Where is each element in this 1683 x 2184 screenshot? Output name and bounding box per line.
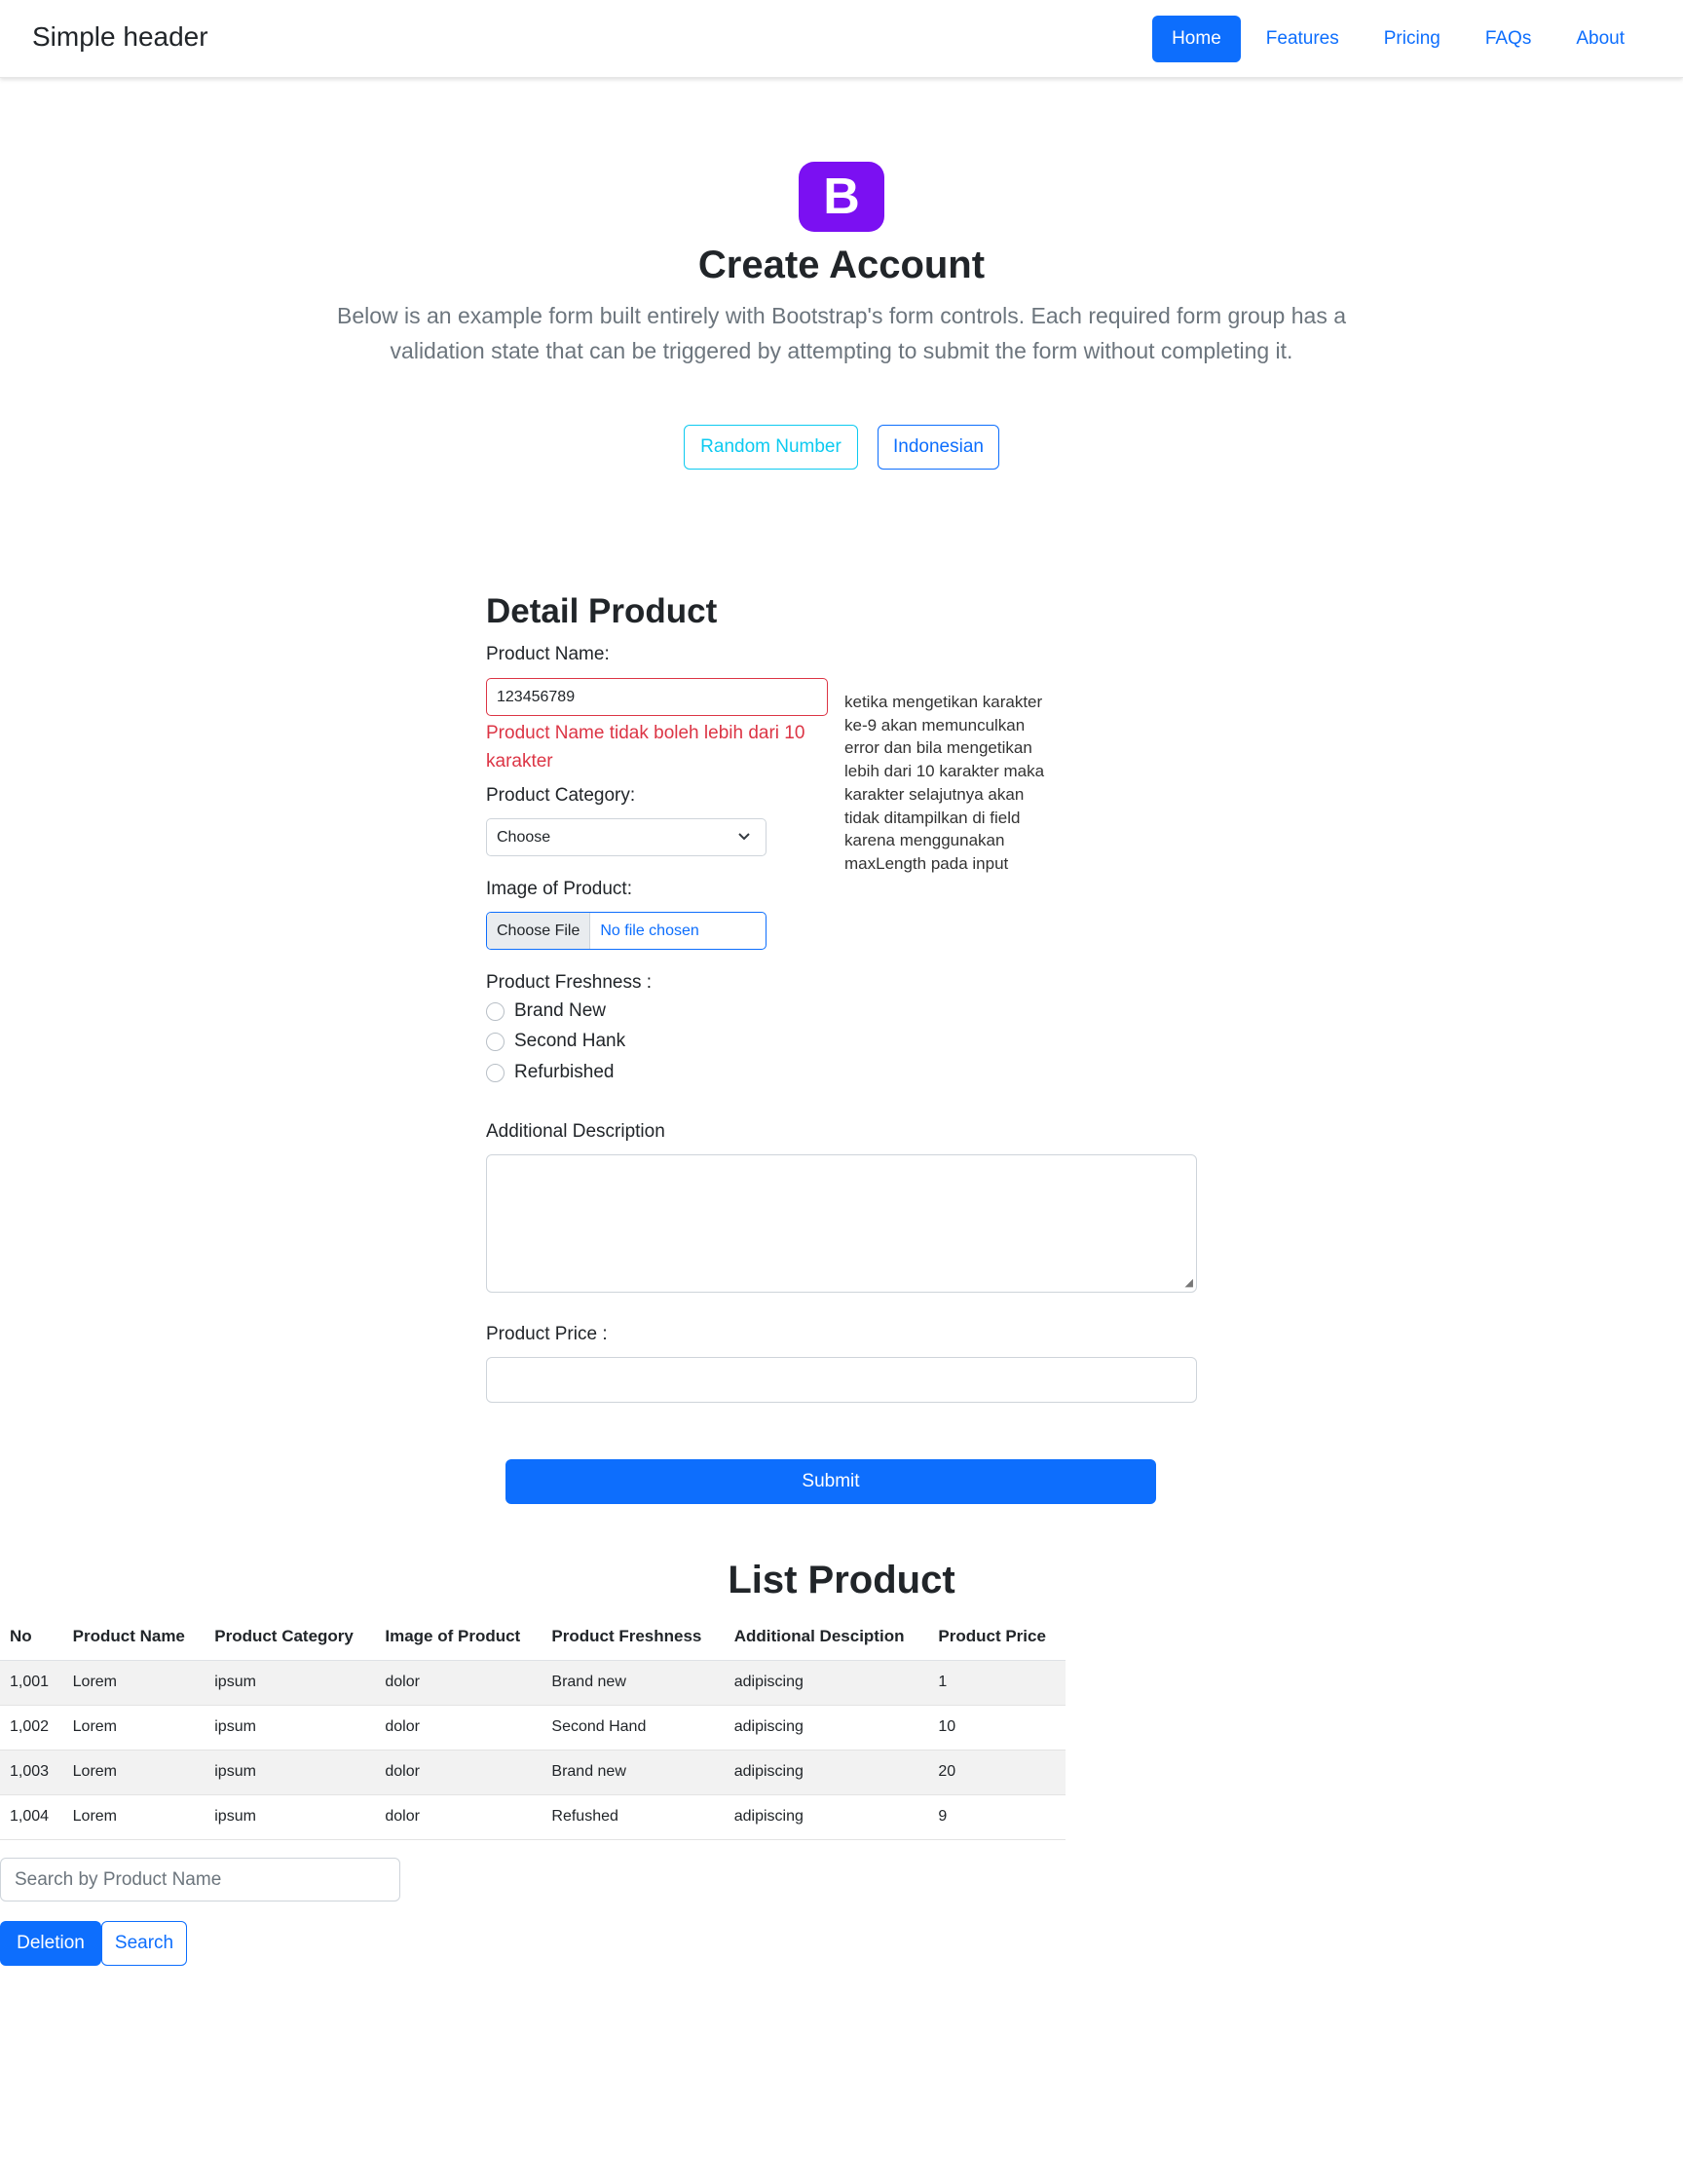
radio-label: Brand New [514, 1000, 606, 1021]
table-cell: dolor [375, 1794, 542, 1840]
table-cell: 10 [928, 1705, 1066, 1751]
nav-home[interactable]: Home [1152, 16, 1241, 62]
table-cell: ipsum [205, 1794, 376, 1840]
table-cell: Second Hand [542, 1705, 725, 1751]
table-cell: adipiscing [724, 1750, 929, 1795]
page-title: Create Account [697, 244, 986, 286]
chevron-down-icon [736, 819, 752, 869]
image-label: Image of Product: [486, 879, 632, 899]
table-cell: 20 [928, 1750, 1066, 1795]
table-row: 1,002 Lorem ipsum dolor Second Hand adip… [0, 1705, 1066, 1751]
table-cell: ipsum [205, 1705, 376, 1751]
radio-button[interactable] [486, 1032, 505, 1051]
column-header: Additional Desciption [724, 1613, 929, 1661]
choose-file-button[interactable]: Choose File [487, 913, 591, 949]
radio-button[interactable] [486, 1001, 505, 1021]
product-name-input[interactable] [486, 678, 828, 716]
radio-second-hank[interactable]: Second Hank [486, 1031, 625, 1052]
table-cell: Refushed [542, 1794, 725, 1840]
brand-title[interactable]: Simple header [32, 21, 208, 53]
radio-button[interactable] [486, 1063, 505, 1082]
table-cell: Lorem [62, 1705, 206, 1751]
nav-faqs[interactable]: FAQs [1466, 16, 1552, 62]
table-cell: dolor [375, 1705, 542, 1751]
table-cell: Lorem [62, 1794, 206, 1840]
radio-brand-new[interactable]: Brand New [486, 1000, 606, 1022]
radio-refurbished[interactable]: Refurbished [486, 1062, 614, 1083]
resize-handle-icon[interactable]: ◢ [1185, 1278, 1193, 1289]
nav-menu: Home Features Pricing FAQs About [1152, 16, 1644, 62]
price-label: Product Price : [486, 1324, 608, 1344]
submit-button[interactable]: Submit [505, 1459, 1156, 1504]
file-status: No file chosen [600, 923, 699, 939]
lead-text: Below is an example form built entirely … [336, 303, 1347, 363]
table-cell: Brand new [542, 1750, 725, 1795]
category-select[interactable]: Choose [486, 818, 767, 856]
column-header: Product Freshness [542, 1613, 725, 1661]
top-navbar: Simple header Home Features Pricing FAQs… [0, 0, 1683, 78]
table-cell: 1,001 [0, 1660, 63, 1706]
table-cell: ipsum [205, 1750, 376, 1795]
product-name-error: Product Name tidak boleh lebih dari 10 k… [486, 723, 805, 772]
table-cell: 1,004 [0, 1794, 63, 1840]
table-cell: 9 [928, 1794, 1066, 1840]
radio-label: Second Hank [514, 1031, 626, 1051]
table-cell: ipsum [205, 1660, 376, 1706]
column-header: Image of Product [375, 1613, 542, 1661]
column-header: Product Price [928, 1613, 1066, 1661]
table-cell: Lorem [62, 1750, 206, 1795]
table-cell: adipiscing [724, 1705, 929, 1751]
bootstrap-logo-icon: B [799, 162, 884, 232]
validation-note: ketika mengetikan karakter ke-9 akan mem… [844, 693, 1045, 873]
column-header: Product Name [62, 1613, 206, 1661]
table-cell: adipiscing [724, 1794, 929, 1840]
nav-pricing[interactable]: Pricing [1365, 16, 1460, 62]
indonesian-button[interactable]: Indonesian [878, 425, 999, 470]
table-cell: Lorem [62, 1660, 206, 1706]
table-row: 1,003 Lorem ipsum dolor Brand new adipis… [0, 1750, 1066, 1795]
freshness-label: Product Freshness : [486, 972, 653, 993]
table-row: 1,001 Lorem ipsum dolor Brand new adipis… [0, 1660, 1066, 1706]
table-cell: 1,002 [0, 1705, 63, 1751]
product-table: No Product Name Product Category Image o… [0, 1613, 1066, 1840]
table-cell: 1 [928, 1660, 1066, 1706]
table-cell: dolor [375, 1660, 542, 1706]
table-cell: Brand new [542, 1660, 725, 1706]
description-label: Additional Description [486, 1121, 665, 1142]
category-select-value: Choose [497, 829, 551, 846]
table-cell: adipiscing [724, 1660, 929, 1706]
radio-label: Refurbished [514, 1062, 615, 1082]
nav-about[interactable]: About [1556, 16, 1644, 62]
search-input[interactable] [0, 1858, 400, 1902]
table-cell: 1,003 [0, 1750, 63, 1795]
deletion-button[interactable]: Deletion [0, 1921, 101, 1966]
random-number-button[interactable]: Random Number [684, 425, 858, 470]
product-name-label: Product Name: [486, 644, 610, 664]
category-label: Product Category: [486, 785, 636, 806]
column-header: No [0, 1613, 63, 1661]
table-row: 1,004 Lorem ipsum dolor Refushed adipisc… [0, 1794, 1066, 1840]
price-input[interactable] [486, 1357, 1197, 1403]
table-header-row: No Product Name Product Category Image o… [0, 1613, 1066, 1661]
description-textarea[interactable]: ◢ [486, 1154, 1197, 1293]
nav-features[interactable]: Features [1247, 16, 1359, 62]
search-button[interactable]: Search [101, 1921, 187, 1966]
table-cell: dolor [375, 1750, 542, 1795]
list-title: List Product [728, 1559, 955, 1601]
column-header: Product Category [205, 1613, 376, 1661]
image-file-input[interactable]: Choose File No file chosen [486, 912, 767, 950]
form-title: Detail Product [486, 592, 718, 630]
